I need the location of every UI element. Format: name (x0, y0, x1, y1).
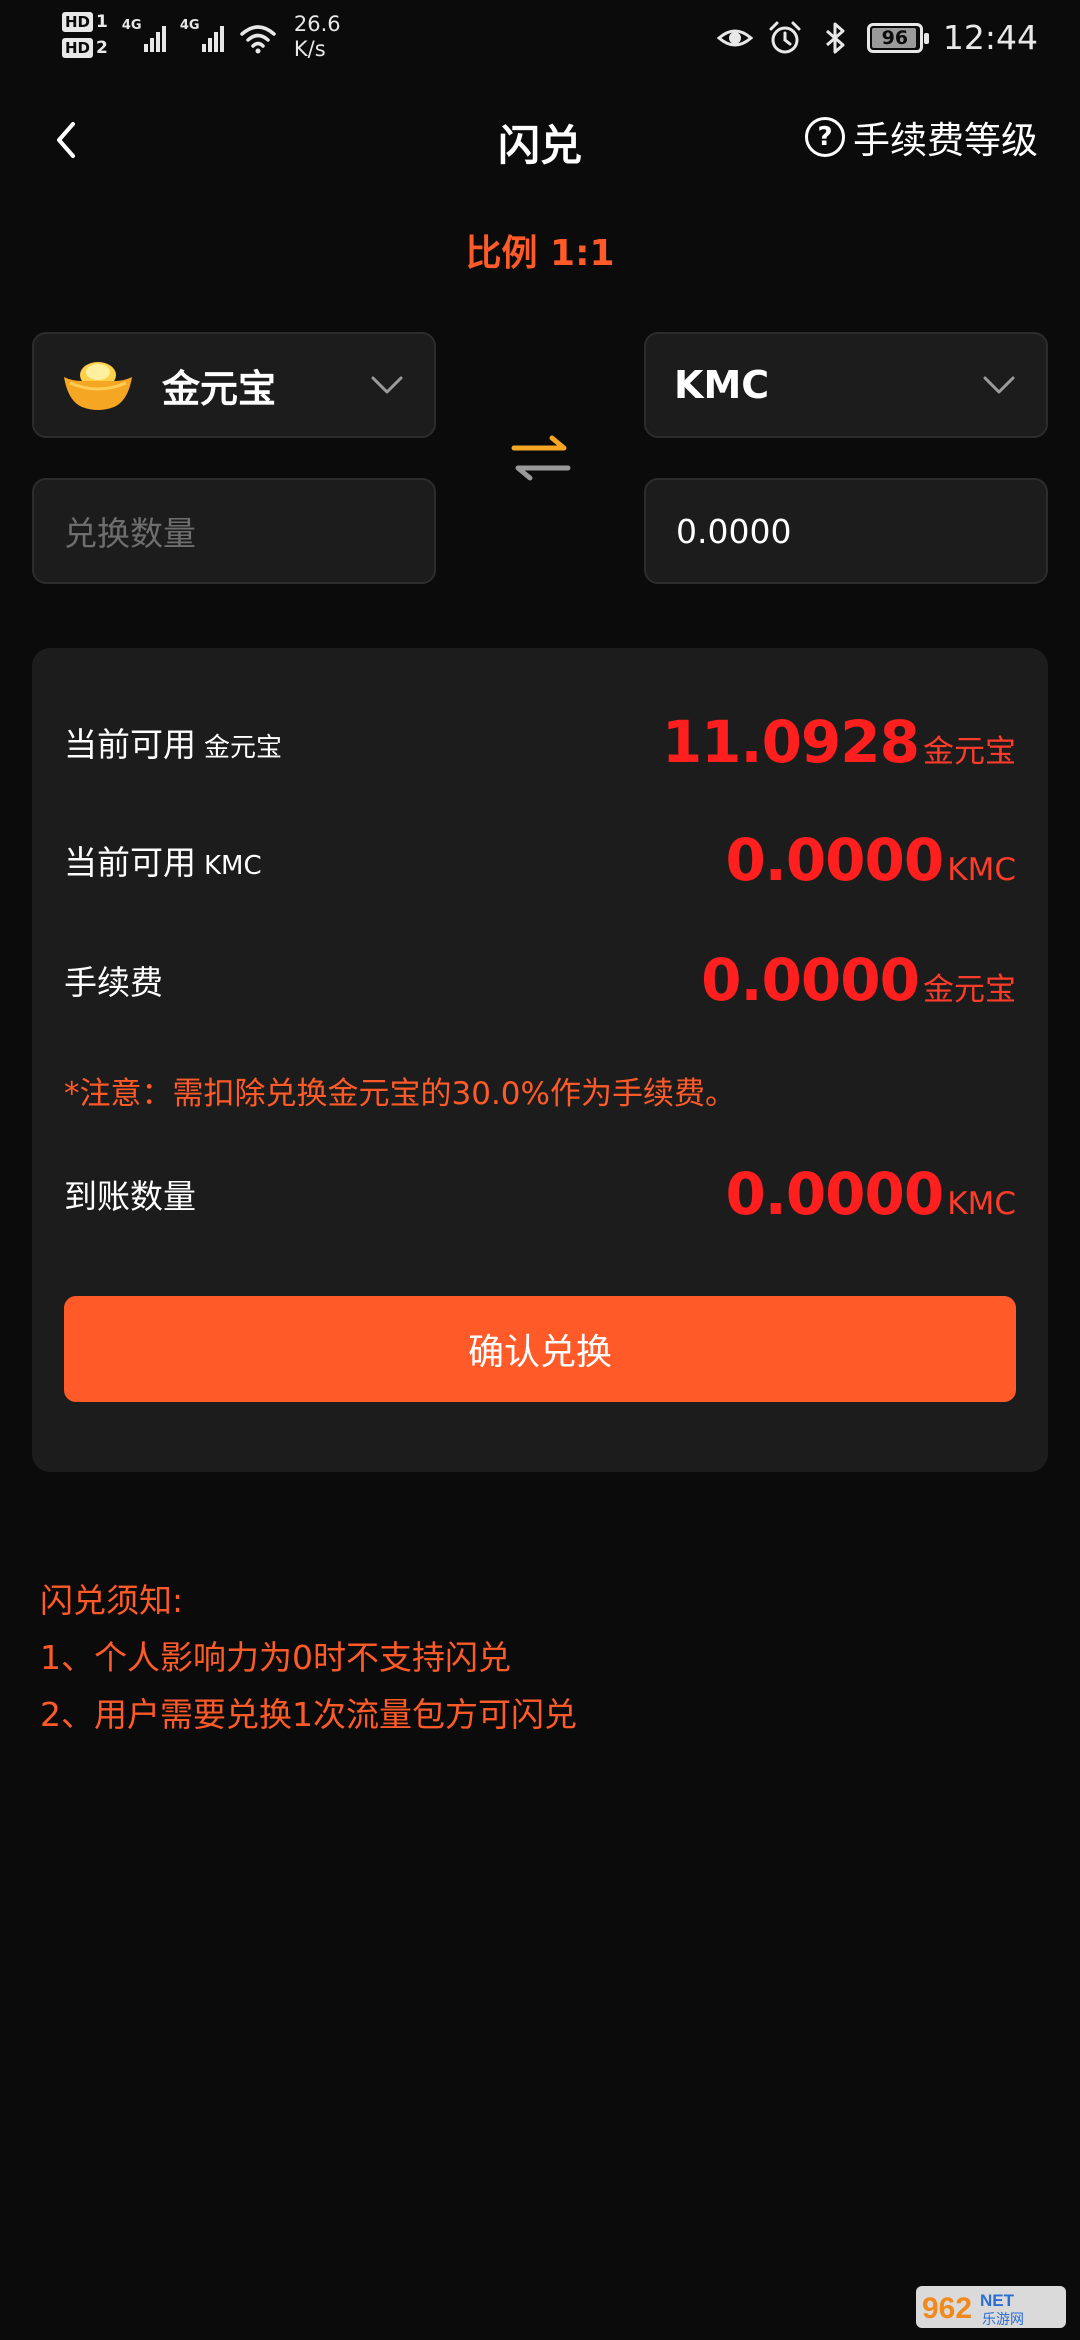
exchange-notes: 闪兑须知: 1、个人影响力为0时不支持闪兑 2、用户需要兑换1次流量包方可闪兑 (40, 1572, 577, 1743)
sim-number: 2 (96, 38, 108, 58)
help-icon: ? (805, 117, 845, 157)
gold-ingot-icon (64, 362, 132, 410)
clock: 12:44 (942, 18, 1038, 57)
select-content: 金元宝 (62, 334, 404, 436)
wifi-icon (240, 25, 276, 54)
available-from-unit: 金元宝 (923, 734, 1016, 770)
notes-item: 2、用户需要兑换1次流量包方可闪兑 (40, 1695, 577, 1734)
app-root: HD 1 HD 2 4G 4G 26.6 K/s 96 12:44 闪兑 ? 手… (0, 0, 1080, 2340)
available-from-amount: 11.0928 金元宝 (662, 708, 1016, 776)
converted-amount-field: 0.0000 (644, 478, 1048, 584)
available-from-row: 当前可用 金元宝 11.0928 金元宝 (64, 708, 1016, 776)
signal-bar (143, 44, 148, 52)
available-to-row: 当前可用 KMC 0.0000 KMC (64, 826, 1016, 894)
from-currency-select[interactable]: 金元宝 (32, 332, 436, 438)
amount-input[interactable]: 兑换数量 (32, 478, 436, 584)
available-to-value: 0.0000 (725, 826, 944, 894)
received-unit: KMC (947, 1186, 1016, 1222)
hd-row-2: HD 2 (62, 38, 108, 58)
status-bar: HD 1 HD 2 4G 4G 26.6 K/s 96 12:44 (0, 0, 1080, 80)
hd-row-1: HD 1 (62, 12, 108, 32)
signal-icon: 4G (180, 12, 224, 52)
converted-amount-value: 0.0000 (676, 511, 792, 551)
from-currency-label: 金元宝 (162, 366, 277, 411)
fee-row: 手续费 0.0000 金元宝 (64, 946, 1016, 1014)
fee-unit: 金元宝 (923, 972, 1016, 1008)
notes-title: 闪兑须知: (40, 1581, 184, 1620)
signal-bar (161, 26, 166, 52)
hd-indicators: HD 1 HD 2 (62, 12, 108, 58)
speed-value: 26.6 (293, 12, 341, 36)
signal-bar (207, 38, 212, 52)
chevron-down-icon (983, 376, 1015, 394)
available-from-label: 当前可用 金元宝 (64, 718, 282, 766)
signal-icon: 4G (122, 12, 166, 52)
top-bar: 闪兑 ? 手续费等级 (0, 100, 1080, 180)
alarm-icon (769, 21, 801, 53)
fee-label: 手续费 (64, 963, 163, 1002)
available-from-value: 11.0928 (661, 708, 920, 776)
hd-badge: HD (62, 12, 94, 32)
status-right: 96 12:44 (716, 18, 1038, 57)
available-label: 当前可用 (64, 843, 196, 882)
to-currency-select[interactable]: KMC (644, 332, 1048, 438)
available-to-unit-label: KMC (204, 851, 262, 881)
swap-icon[interactable] (506, 428, 576, 488)
watermark-subtitle: 乐游网 (982, 2312, 1024, 2328)
available-to-unit: KMC (947, 852, 1016, 888)
network-type: 4G (179, 18, 200, 33)
sim-number: 1 (96, 12, 108, 32)
received-amount: 0.0000 KMC (725, 1160, 1016, 1228)
hd-badge: HD (62, 38, 94, 58)
received-value: 0.0000 (725, 1160, 944, 1228)
available-to-label: 当前可用 KMC (64, 836, 262, 884)
fee-level-link[interactable]: ? 手续费等级 (805, 110, 1038, 164)
select-content: KMC (674, 334, 1016, 436)
to-currency-label: KMC (674, 363, 770, 407)
available-from-unit-label: 金元宝 (204, 733, 283, 763)
available-label: 当前可用 (64, 725, 196, 764)
exchange-ratio: 比例 1:1 (465, 233, 615, 274)
available-to-amount: 0.0000 KMC (725, 826, 1016, 894)
speed-unit: K/s (293, 37, 326, 61)
battery-level: 96 (881, 26, 909, 49)
amount-placeholder: 兑换数量 (64, 514, 196, 553)
signal-bar (213, 32, 218, 52)
watermark-number: 962 (922, 2292, 972, 2325)
signal-bar (219, 26, 224, 52)
fee-amount: 0.0000 金元宝 (701, 946, 1016, 1014)
fee-level-label: 手续费等级 (853, 119, 1038, 162)
battery-icon: 96 (866, 22, 929, 53)
signal-bar (155, 32, 160, 52)
confirm-exchange-button[interactable]: 确认兑换 (64, 1296, 1016, 1402)
bluetooth-icon (825, 22, 845, 53)
received-label: 到账数量 (64, 1177, 196, 1216)
fee-value: 0.0000 (701, 946, 920, 1014)
signal-bar (149, 38, 154, 52)
watermark-logo: 962 NET 乐游网 (916, 2286, 1066, 2328)
chevron-down-icon (371, 376, 403, 394)
received-row: 到账数量 0.0000 KMC (64, 1160, 1016, 1228)
watermark-suffix: NET (980, 2291, 1015, 2310)
network-type: 4G (121, 18, 142, 33)
summary-panel: 当前可用 金元宝 11.0928 金元宝 当前可用 KMC 0.0000 KMC 手… (32, 648, 1048, 1472)
notes-item: 1、个人影响力为0时不支持闪兑 (40, 1638, 511, 1677)
fee-notice: *注意：需扣除兑换金元宝的30.0%作为手续费。 (64, 1076, 736, 1112)
eye-icon (716, 29, 753, 46)
network-speed: 26.6 K/s (294, 12, 341, 62)
status-left: HD 1 HD 2 4G 4G 26.6 K/s (62, 12, 341, 62)
signal-bar (201, 44, 206, 52)
